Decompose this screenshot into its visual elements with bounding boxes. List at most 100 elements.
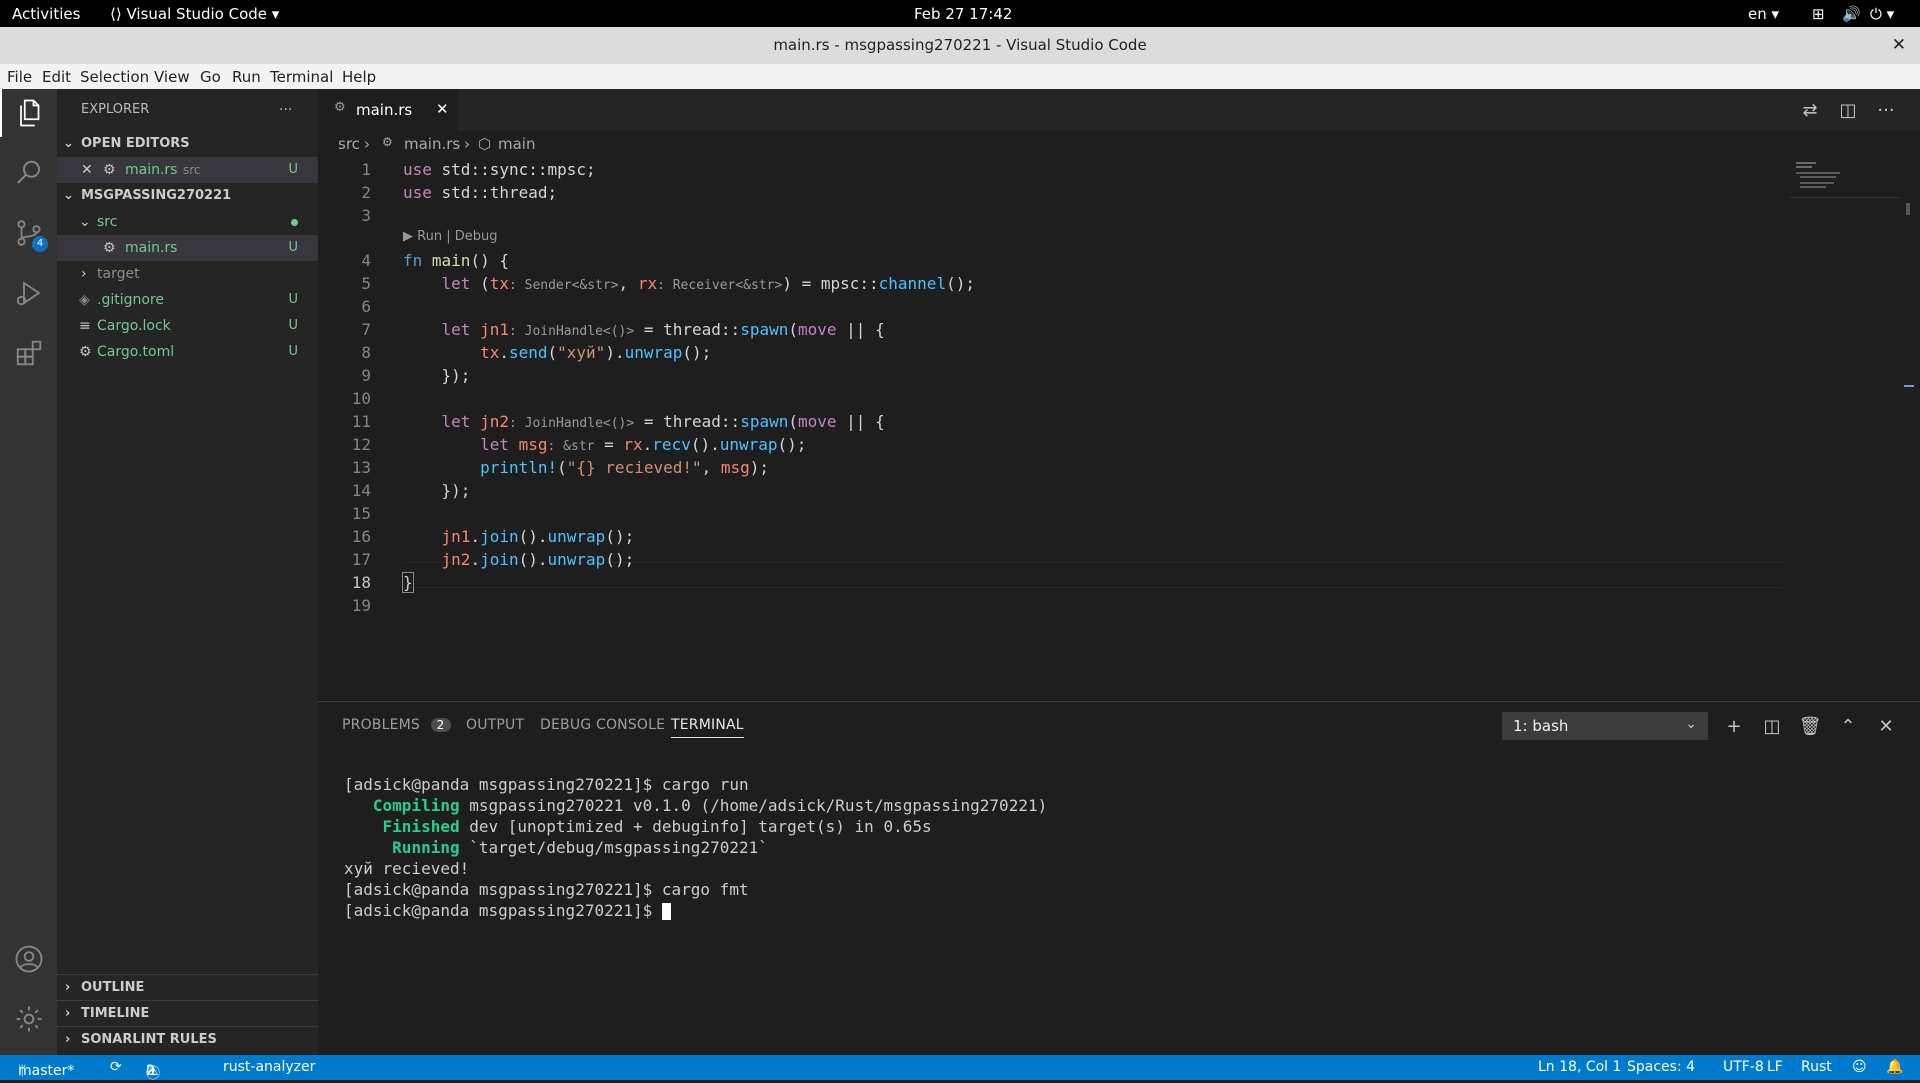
network-icon[interactable]: ⊞: [1812, 5, 1825, 23]
breadcrumb-file[interactable]: main.rs: [404, 135, 460, 153]
line-ending[interactable]: LF: [1767, 1059, 1783, 1075]
menu-edit[interactable]: Edit: [42, 68, 71, 86]
new-terminal-icon[interactable]: +: [1722, 714, 1746, 738]
menu-terminal[interactable]: Terminal: [270, 68, 333, 86]
close-panel-icon[interactable]: ✕: [1874, 714, 1898, 738]
encoding[interactable]: UTF-8: [1723, 1059, 1764, 1075]
line-number: 1: [361, 160, 371, 179]
timeline-section[interactable]: › TIMELINE: [57, 1000, 318, 1027]
sonarlint-section[interactable]: › SONARLINT RULES: [57, 1026, 318, 1053]
menu-run[interactable]: Run: [232, 68, 261, 86]
split-terminal-icon[interactable]: ◫: [1760, 714, 1784, 738]
open-changes-icon[interactable]: ⇄: [1798, 98, 1822, 122]
run-debug-icon[interactable]: [0, 269, 57, 317]
close-icon[interactable]: ✕: [81, 157, 93, 183]
line-number: 8: [361, 343, 371, 362]
tree-item-cargo-toml[interactable]: ⚙ Cargo.toml U: [57, 339, 318, 365]
problems-count-badge: 2: [430, 718, 451, 732]
search-icon[interactable]: [0, 149, 57, 197]
git-file-icon: ◈: [79, 292, 90, 308]
timeline-label: TIMELINE: [81, 1006, 150, 1021]
tree-item-label: target: [97, 266, 140, 282]
terminal-select[interactable]: 1: bash ⌄: [1502, 712, 1708, 740]
language-indicator[interactable]: en ▾: [1748, 5, 1779, 23]
split-editor-icon[interactable]: ◫: [1836, 98, 1860, 122]
terminal-select-value: 1: bash: [1513, 717, 1569, 735]
more-actions-icon[interactable]: ···: [1874, 98, 1898, 122]
more-actions-icon[interactable]: ···: [279, 97, 309, 123]
minimap[interactable]: [1790, 157, 1900, 198]
chevron-right-icon: ›: [81, 266, 87, 282]
cursor-marker: [1904, 385, 1914, 387]
app-menu[interactable]: ⟨⟩ Visual Studio Code ▾: [110, 5, 279, 23]
tree-item-label: Cargo.toml: [97, 344, 175, 360]
explorer-icon[interactable]: [0, 89, 59, 137]
activity-bar: 4: [0, 89, 57, 1055]
tree-item-cargo-lock[interactable]: ≡ Cargo.lock U: [57, 313, 318, 339]
app-name: Visual Studio Code: [126, 5, 268, 23]
code-line: fn main() {: [403, 251, 509, 270]
menu-go[interactable]: Go: [200, 68, 221, 86]
menu-view[interactable]: View: [154, 68, 190, 86]
chevron-right-icon: ›: [364, 135, 370, 153]
manage-gear-icon[interactable]: [0, 995, 57, 1043]
status-bar: ᛘ master* ⟳ ⓧ 2 ⚠ 0 rust-analyzer Ln 18,…: [0, 1055, 1920, 1082]
terminal-text: dev [unoptimized + debuginfo] target(s) …: [469, 817, 932, 836]
tree-item-main-rs[interactable]: ⚙ main.rs U: [57, 235, 318, 261]
menu-selection[interactable]: Selection: [80, 68, 149, 86]
git-status: U: [288, 344, 298, 359]
close-tab-icon[interactable]: ✕: [436, 100, 449, 118]
menu-help[interactable]: Help: [342, 68, 376, 86]
kill-terminal-icon[interactable]: 🗑: [1798, 714, 1822, 738]
tree-item-src[interactable]: ⌄ src: [57, 209, 318, 235]
git-status: U: [288, 240, 298, 255]
tab-main-rs[interactable]: ⚙ main.rs ✕: [318, 89, 458, 131]
tab-output[interactable]: OUTPUT: [466, 717, 524, 733]
source-control-icon[interactable]: 4: [0, 209, 57, 257]
code-line: tx.send("хуй").unwrap();: [480, 343, 712, 362]
close-window-icon[interactable]: ✕: [1892, 35, 1906, 55]
extensions-icon[interactable]: [0, 329, 57, 377]
code-editor[interactable]: 1 2 3 4 5 6 7 8 9 10 11 12 13 14 15 16 1…: [318, 157, 1920, 701]
line-number: 5: [361, 274, 371, 293]
line-number: 14: [351, 481, 371, 500]
maximize-panel-icon[interactable]: ⌃: [1836, 714, 1860, 738]
tab-debug-console[interactable]: DEBUG CONSOLE: [540, 717, 665, 733]
indentation[interactable]: Spaces: 4: [1627, 1059, 1695, 1075]
cursor-position[interactable]: Ln 18, Col 1: [1538, 1059, 1621, 1075]
project-section[interactable]: ⌄ MSGPASSING270221: [57, 183, 318, 209]
tree-item-gitignore[interactable]: ◈ .gitignore U: [57, 287, 318, 313]
line-number: 2: [361, 183, 371, 202]
power-icon[interactable]: ⏻ ▾: [1870, 5, 1894, 23]
breadcrumb-src[interactable]: src: [338, 135, 360, 153]
notifications-bell-icon[interactable]: 🔔: [1886, 1059, 1903, 1075]
outline-section[interactable]: › OUTLINE: [57, 974, 318, 1001]
volume-icon[interactable]: 🔊: [1842, 5, 1861, 23]
rust-analyzer-status[interactable]: rust-analyzer: [223, 1059, 315, 1075]
open-editors-section[interactable]: ⌄ OPEN EDITORS: [57, 131, 318, 157]
line-number: 16: [351, 527, 371, 546]
open-editor-item[interactable]: ✕ ⚙ main.rs src U: [57, 157, 318, 183]
line-number: 13: [351, 458, 371, 477]
feedback-icon[interactable]: ☺: [1852, 1059, 1867, 1075]
activities-button[interactable]: Activities: [12, 5, 80, 23]
clock[interactable]: Feb 27 17:42: [914, 5, 1012, 23]
tab-problems[interactable]: PROBLEMS 2: [342, 717, 451, 733]
run-debug-codelens[interactable]: ▶ Run | Debug: [403, 229, 497, 244]
tree-item-target[interactable]: › target: [57, 261, 318, 287]
line-number: 7: [361, 320, 371, 339]
accounts-icon[interactable]: [0, 935, 57, 983]
line-number: 9: [361, 366, 371, 385]
scrollbar-marker[interactable]: [1906, 203, 1910, 215]
code-line: jn1.join().unwrap();: [441, 527, 635, 546]
sync-icon[interactable]: ⟳: [110, 1059, 122, 1075]
code-line: use std::thread;: [403, 183, 558, 202]
line-number: 12: [351, 435, 371, 454]
language-mode[interactable]: Rust: [1801, 1059, 1832, 1075]
chevron-right-icon: ›: [65, 1032, 71, 1047]
finished-label: Finished: [382, 817, 460, 836]
menu-file[interactable]: File: [7, 68, 32, 86]
breadcrumb-symbol[interactable]: main: [498, 135, 535, 153]
tab-terminal[interactable]: TERMINAL: [671, 717, 744, 738]
rust-file-icon: ⚙: [334, 100, 346, 115]
